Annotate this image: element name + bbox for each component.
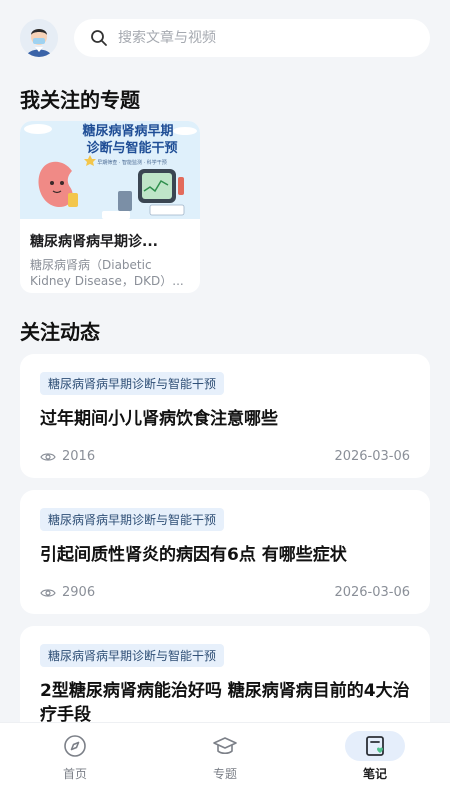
user-avatar[interactable] <box>20 19 58 57</box>
tab-topics[interactable]: 专题 <box>150 723 300 800</box>
feed-meta: 2906 2026-03-06 <box>40 585 410 600</box>
cover-title-line1: 糖尿病肾病早期 <box>82 123 173 139</box>
topic-tag[interactable]: 糖尿病肾病早期诊断与智能干预 <box>40 508 225 531</box>
feed-heading: 关注动态 <box>20 320 100 344</box>
tab-icon-wrap <box>45 731 105 761</box>
feed-title: 引起间质性肾炎的病因有6点 有哪些症状 <box>40 545 347 565</box>
topic-card[interactable]: 糖尿病肾病早期 诊断与智能干预 早期筛查 · 智能监测 · 科学干预 糖尿病肾病… <box>20 121 200 293</box>
followed-topics-heading: 我关注的专题 <box>20 88 140 112</box>
search-bar[interactable] <box>74 19 430 57</box>
tab-icon-wrap <box>195 731 255 761</box>
view-count-value: 2906 <box>62 585 96 600</box>
view-count: 2906 <box>40 585 95 600</box>
feed-title: 2型糖尿病肾病能治好吗 糖尿病肾病目前的4大治疗手段 <box>40 681 410 725</box>
topic-description: 糖尿病肾病（Diabetic Kidney Disease，DKD）... <box>30 258 184 288</box>
feed-card[interactable]: 糖尿病肾病早期诊断与智能干预 过年期间小儿肾病饮食注意哪些 2016 2026-… <box>20 354 430 478</box>
bottom-tab-bar: 首页 专题 笔记 <box>0 722 450 800</box>
eye-icon <box>40 588 56 597</box>
avatar-illustration-icon <box>20 19 58 57</box>
tab-label: 笔记 <box>362 767 387 781</box>
tab-icon-wrap <box>345 731 405 761</box>
search-input[interactable] <box>118 30 414 46</box>
view-count-value: 2016 <box>62 449 96 464</box>
topic-cover-image: 糖尿病肾病早期 诊断与智能干预 早期筛查 · 智能监测 · 科学干预 <box>20 121 200 219</box>
topic-name: 糖尿病肾病早期诊... <box>30 234 158 250</box>
topic-tag[interactable]: 糖尿病肾病早期诊断与智能干预 <box>40 372 225 395</box>
feed-title: 过年期间小儿肾病饮食注意哪些 <box>40 409 278 429</box>
feed-meta: 2016 2026-03-06 <box>40 449 410 464</box>
tab-label: 首页 <box>62 767 87 781</box>
top-header <box>0 0 450 76</box>
note-heart-icon <box>366 736 384 756</box>
tab-notes[interactable]: 笔记 <box>300 723 450 800</box>
cover-subtitle: 早期筛查 · 智能监测 · 科学干预 <box>97 159 167 166</box>
tab-home[interactable]: 首页 <box>0 723 150 800</box>
publish-date: 2026-03-06 <box>334 585 410 600</box>
publish-date: 2026-03-06 <box>334 449 410 464</box>
eye-icon <box>40 452 56 461</box>
view-count: 2016 <box>40 449 95 464</box>
search-icon <box>91 30 107 46</box>
topic-tag[interactable]: 糖尿病肾病早期诊断与智能干预 <box>40 644 225 667</box>
cover-title-line2: 诊断与智能干预 <box>86 140 177 156</box>
tab-label: 专题 <box>212 767 237 781</box>
feed-card[interactable]: 糖尿病肾病早期诊断与智能干预 引起间质性肾炎的病因有6点 有哪些症状 2906 … <box>20 490 430 614</box>
compass-icon <box>64 735 86 757</box>
graduation-cap-icon <box>213 737 237 755</box>
